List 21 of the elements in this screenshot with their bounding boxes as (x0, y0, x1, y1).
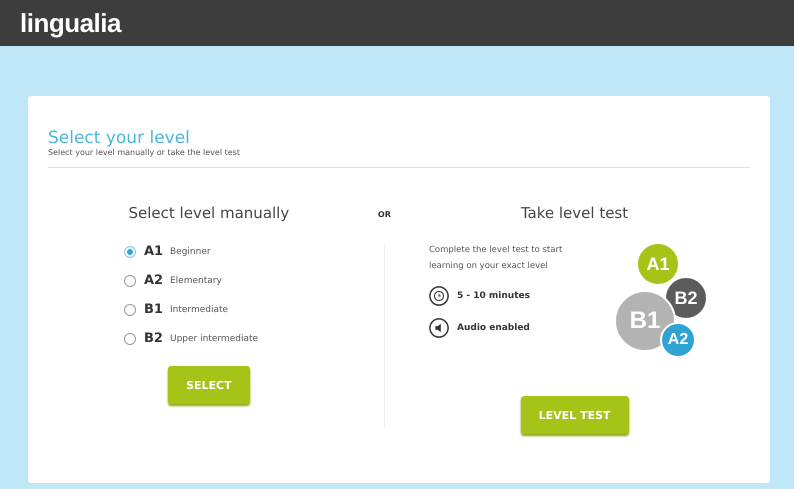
level-option[interactable]: A1 Beginner (124, 244, 258, 259)
test-description: Complete the level test to start learning on your exact level (429, 244, 564, 273)
logo[interactable]: lingualia (20, 8, 121, 38)
radio-button[interactable] (124, 332, 136, 344)
level-bubble: A2 (660, 322, 696, 358)
level-bubble: A1 (636, 242, 680, 286)
feature-text: Audio enabled (457, 323, 530, 333)
column-heading: Select level manually (128, 204, 290, 222)
radio-button[interactable] (124, 304, 136, 316)
column-heading: Take level test (520, 204, 628, 222)
panel-title: Select your level (48, 128, 191, 148)
feature-text: 5 - 10 minutes (457, 291, 530, 301)
level-option[interactable]: A2 Elementary (124, 273, 258, 288)
radio-button[interactable] (124, 246, 136, 258)
clock-icon (429, 286, 449, 306)
level-option[interactable]: B1 Intermediate (124, 302, 258, 317)
speaker-icon (429, 318, 449, 338)
radio-button[interactable] (124, 274, 136, 286)
level-option[interactable]: B2 Upper intermediate (124, 331, 258, 346)
or-label: OR (378, 210, 391, 219)
panel-subtitle: Select your level manually or take the level test (48, 148, 241, 157)
